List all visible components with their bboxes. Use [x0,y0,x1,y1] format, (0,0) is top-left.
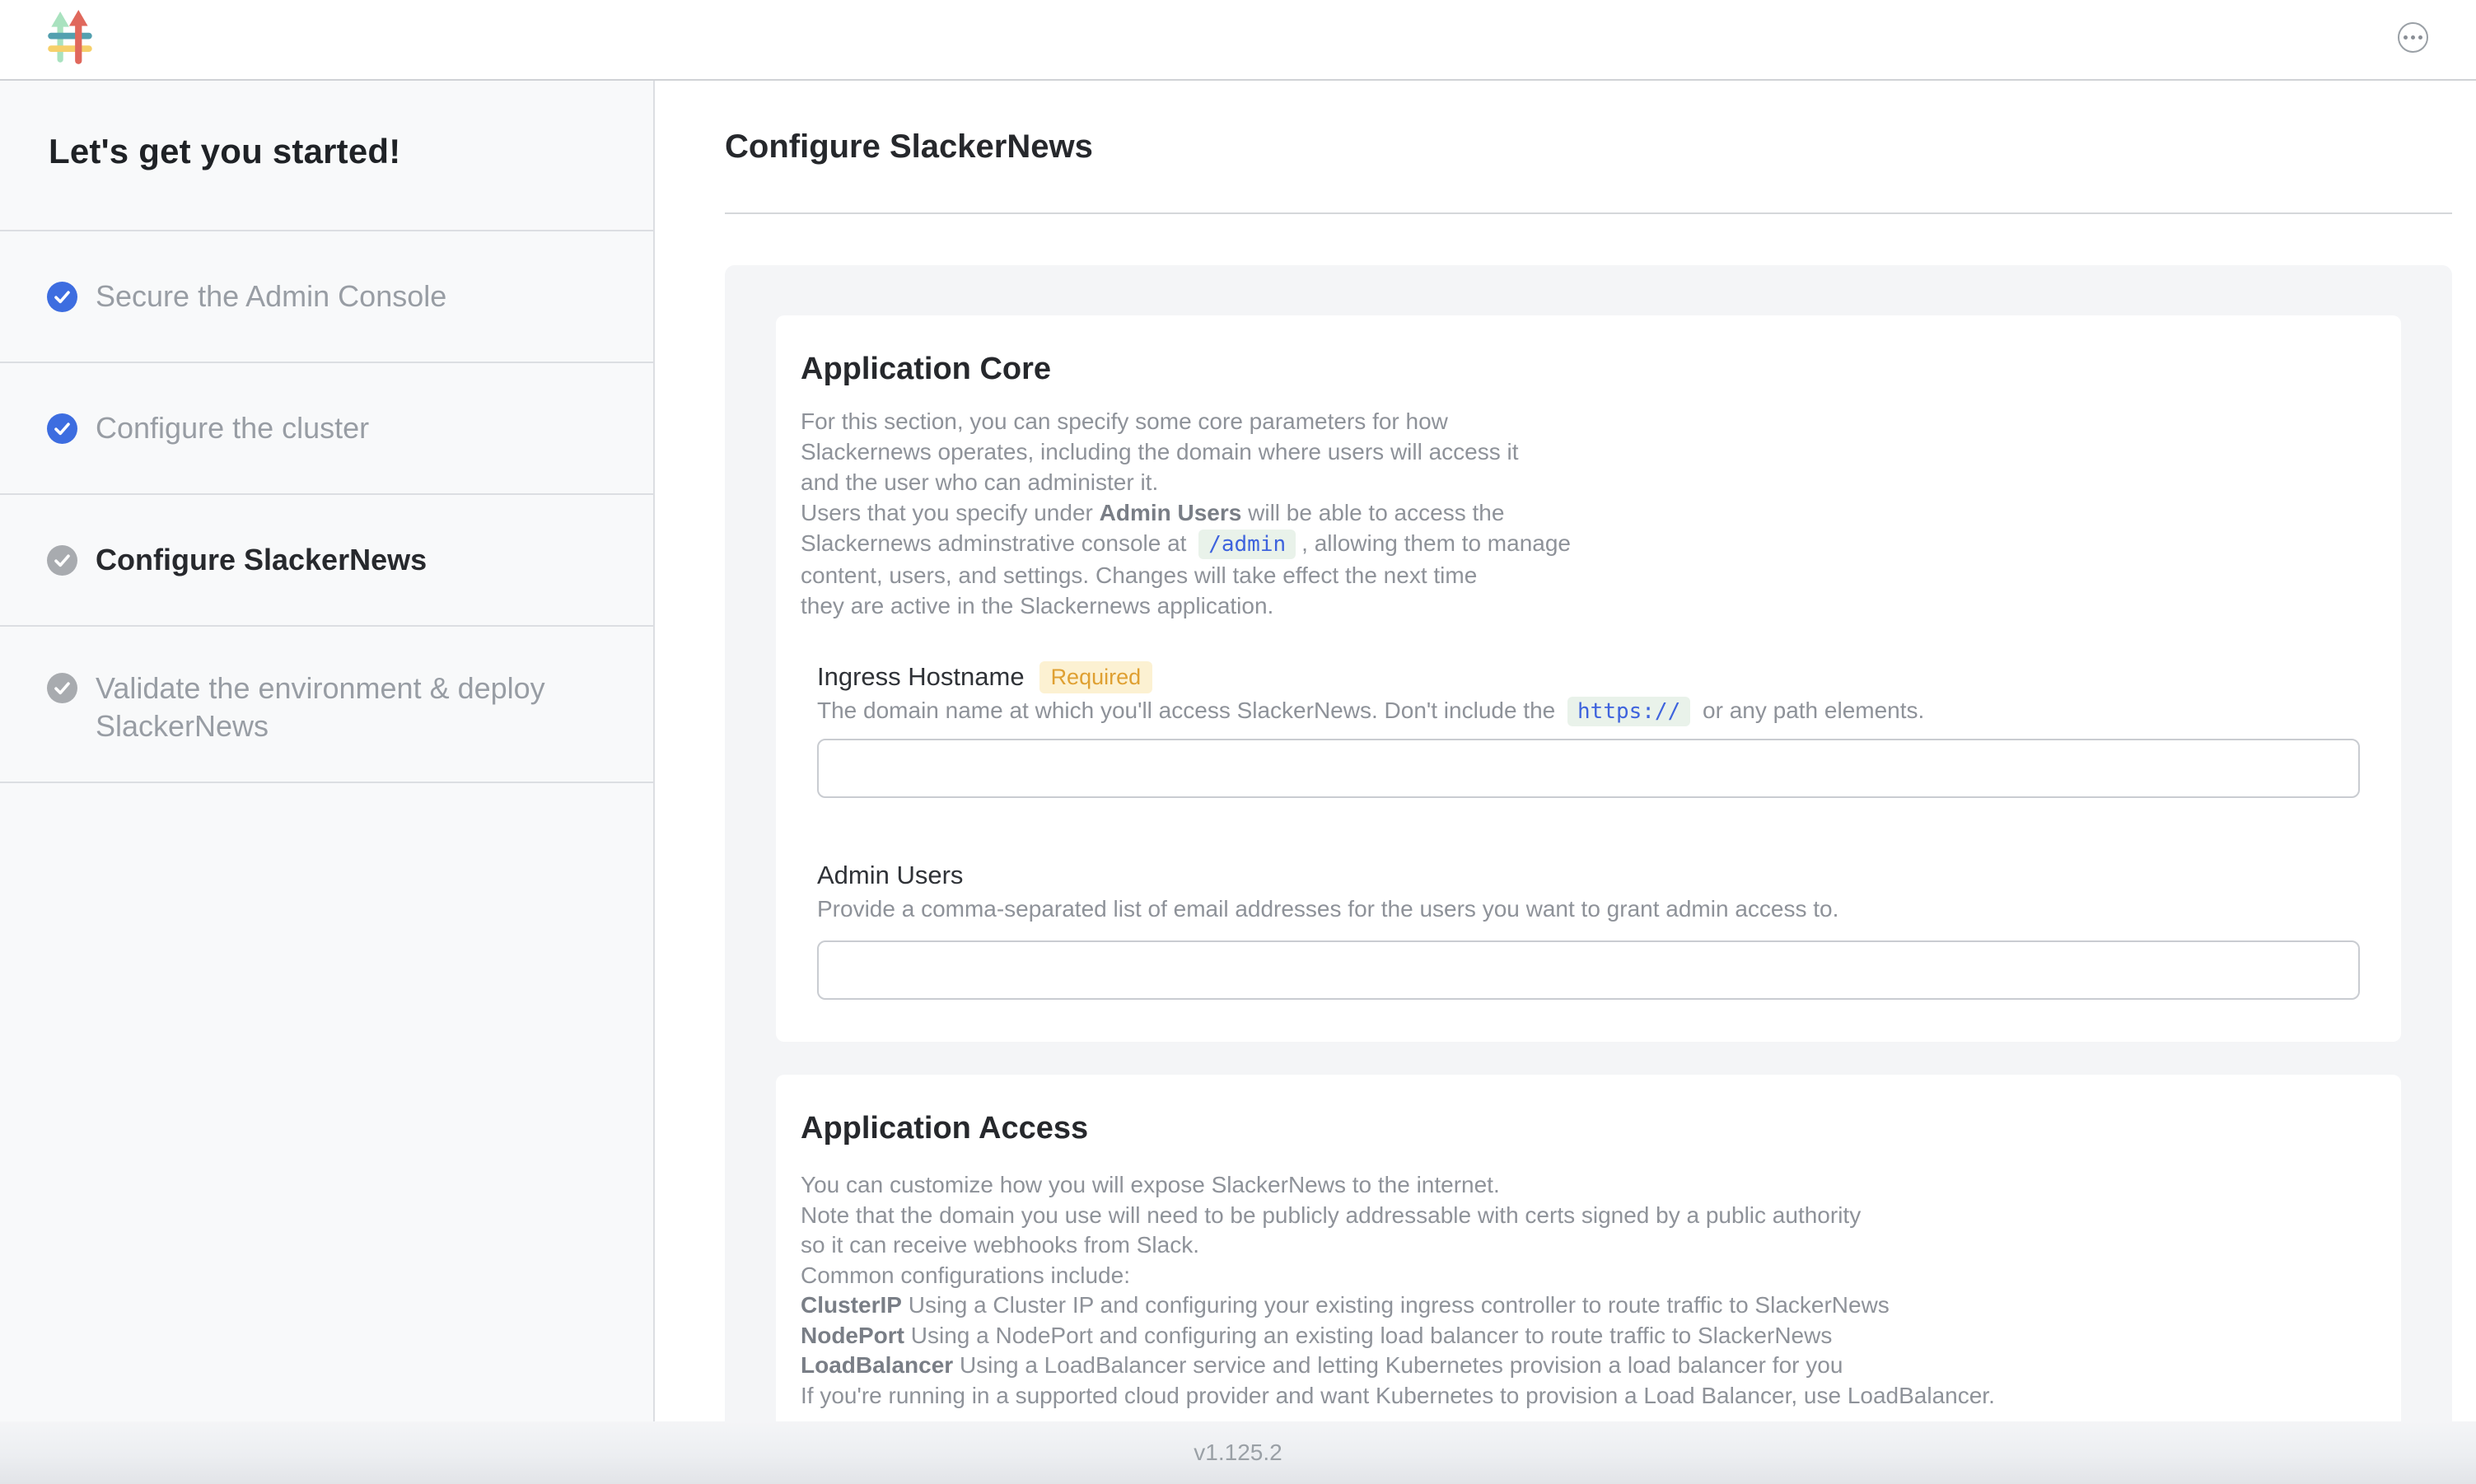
setup-steps-sidebar: Let's get you started! Secure the Admin … [0,81,655,1484]
ellipsis-icon [2404,35,2408,40]
admin-users-field-group: Admin Users Provide a comma-separated li… [817,857,2360,1000]
ingress-hostname-label: Ingress Hostname [817,659,1025,695]
top-header [0,0,2476,81]
check-circle-icon [47,282,77,312]
admin-users-label: Admin Users [817,857,963,894]
page-title: Configure SlackerNews [725,125,2452,168]
step-label: Validate the environment & deploy Slacke… [96,670,557,745]
page: Let's get you started! Secure the Admin … [0,0,2476,1484]
application-access-description: You can customize how you will expose Sl… [801,1170,2360,1411]
admin-users-helper: Provide a comma-separated list of email … [817,894,2360,924]
main-content: Configure SlackerNews Application Core F… [655,81,2476,1484]
hash-arrows-logo-icon [47,10,95,68]
required-badge: Required [1039,661,1153,693]
application-access-card: Application Access You can customize how… [776,1075,2401,1460]
application-core-title: Application Core [801,315,2360,388]
ingress-hostname-field-group: Ingress Hostname Required The domain nam… [817,659,2360,798]
application-core-card: Application Core For this section, you c… [776,315,2401,1042]
sidebar-step-configure-cluster[interactable]: Configure the cluster [0,363,653,495]
check-circle-icon [47,673,77,703]
sidebar-step-validate-deploy[interactable]: Validate the environment & deploy Slacke… [0,627,653,783]
admin-users-input[interactable] [817,940,2360,1000]
sidebar-step-secure-admin-console[interactable]: Secure the Admin Console [0,231,653,363]
title-divider [725,212,2452,214]
footer: v1.125.2 [0,1421,2476,1484]
application-core-description: For this section, you can specify some c… [801,406,2360,621]
ingress-hostname-helper: The domain name at which you'll access S… [817,695,2360,727]
step-label: Configure the cluster [96,409,369,447]
ingress-hostname-input[interactable] [817,739,2360,798]
config-sections-container: Application Core For this section, you c… [725,265,2452,1460]
check-circle-icon [47,545,77,576]
check-circle-icon [47,413,77,444]
sidebar-step-configure-slackernews[interactable]: Configure SlackerNews [0,495,653,627]
application-access-title: Application Access [801,1075,2360,1147]
app-version: v1.125.2 [1194,1440,1282,1466]
sidebar-heading: Let's get you started! [0,81,653,231]
step-label: Configure SlackerNews [96,541,427,579]
step-label: Secure the Admin Console [96,278,446,315]
more-menu-button[interactable] [2398,22,2428,53]
